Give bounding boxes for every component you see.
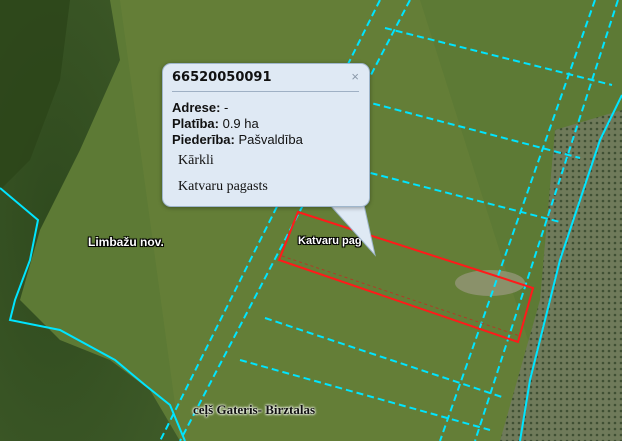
parish-label: Katvaru pag xyxy=(298,235,362,247)
popup-divider xyxy=(172,91,359,92)
address-value: - xyxy=(224,100,229,115)
parish-name: Katvaru pagasts xyxy=(178,179,268,194)
place-name: Kārkli xyxy=(178,153,214,168)
address-label: Adrese: xyxy=(172,100,221,115)
owner-value: Pašvaldība xyxy=(238,132,303,147)
parcel-info-popup: 66520050091 × Adrese: - Platība: 0.9 ha … xyxy=(162,63,370,207)
owner-label: Piederība: xyxy=(172,132,235,147)
area-value: 0.9 ha xyxy=(222,116,259,131)
municipality-label: Limbažu nov. xyxy=(88,235,164,249)
parcel-id-title: 66520050091 xyxy=(172,70,272,85)
area-label: Platība: xyxy=(172,116,219,131)
close-icon[interactable]: × xyxy=(351,69,359,84)
road-label: ceļš Gateris- Birztalas xyxy=(193,402,316,417)
area-row: Platība: 0.9 ha xyxy=(172,116,259,131)
map-view[interactable]: Limbažu nov. Katvaru pag ceļš Gateris- B… xyxy=(0,0,622,441)
owner-row: Piederība: Pašvaldība xyxy=(172,132,303,147)
address-row: Adrese: - xyxy=(172,100,228,115)
